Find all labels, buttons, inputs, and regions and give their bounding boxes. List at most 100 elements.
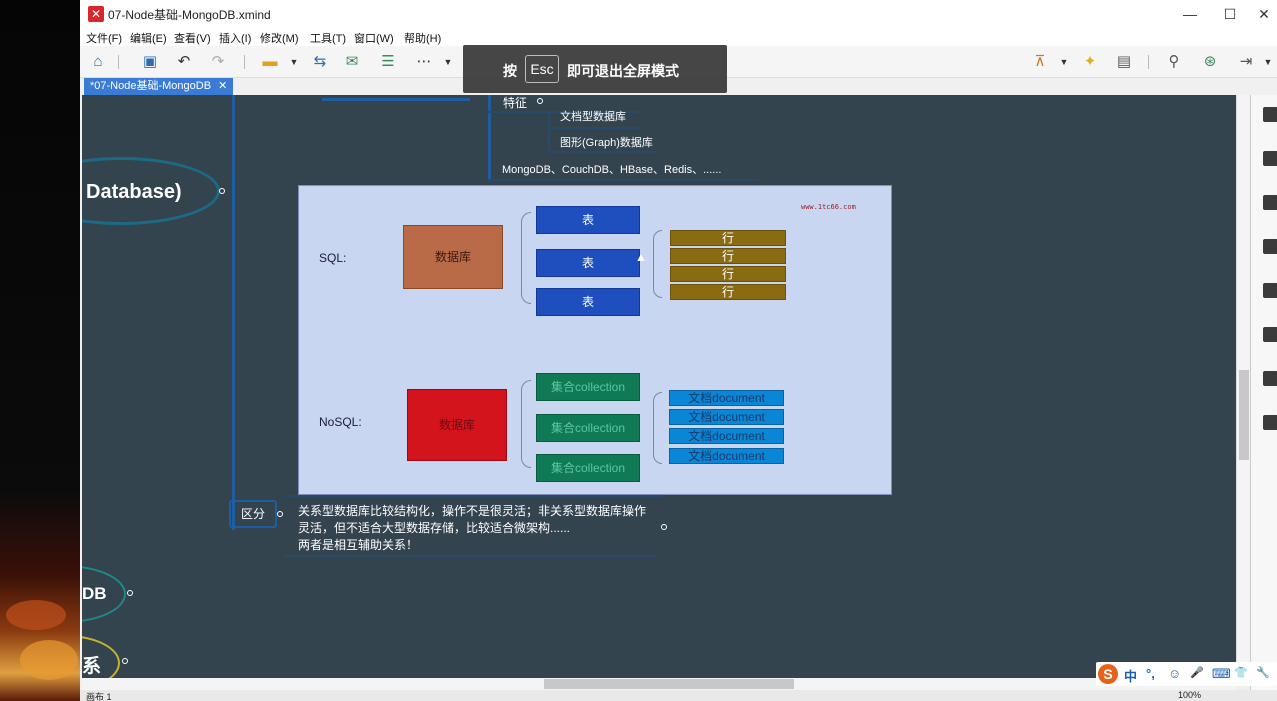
connector-line bbox=[284, 555, 658, 557]
connector-line bbox=[488, 179, 758, 181]
format-icon[interactable] bbox=[1263, 151, 1277, 166]
collection-box: 集合collection bbox=[536, 454, 640, 482]
connector-line bbox=[548, 151, 658, 153]
collapse-dot-icon[interactable] bbox=[122, 658, 128, 664]
connector-line bbox=[548, 127, 638, 129]
search-icon[interactable]: ⚲ bbox=[1164, 52, 1184, 72]
redo-icon[interactable]: ↷ bbox=[208, 52, 228, 72]
menu-tools[interactable]: 工具(T) bbox=[310, 30, 346, 46]
collapse-dot-icon[interactable] bbox=[537, 98, 543, 104]
task-icon[interactable] bbox=[1263, 415, 1277, 430]
tab-mindmap[interactable]: *07-Node基础-MongoDB ✕ bbox=[84, 78, 234, 95]
collection-box: 集合collection bbox=[536, 373, 640, 401]
image-icon[interactable] bbox=[1263, 195, 1277, 210]
topic-examples[interactable]: MongoDB、CouchDB、HBase、Redis、...... bbox=[502, 161, 721, 177]
dropdown-arrow-icon[interactable]: ▼ bbox=[1054, 52, 1074, 72]
mouse-cursor-icon: ▲ bbox=[635, 250, 647, 264]
row-box: 行 bbox=[670, 230, 786, 246]
menu-insert[interactable]: 插入(I) bbox=[219, 30, 251, 46]
compare-line: 两者是相互辅助关系！ bbox=[298, 538, 419, 552]
ime-punctuation-icon[interactable]: °, bbox=[1146, 666, 1155, 681]
row-box: 行 bbox=[670, 284, 786, 300]
notes-icon[interactable] bbox=[1263, 327, 1277, 342]
sheet-name[interactable]: 画布 1 bbox=[86, 690, 112, 701]
dropdown-arrow-icon[interactable]: ▼ bbox=[438, 52, 458, 72]
topic-compare-detail[interactable]: 关系型数据库比较结构化，操作不是很灵活；非关系型数据库操作 灵活，但不适合大型数… bbox=[298, 503, 658, 554]
ime-keyboard-icon[interactable]: ⌨ bbox=[1212, 666, 1231, 682]
image-icon[interactable]: ✉ bbox=[342, 52, 362, 72]
collapse-dot-icon[interactable] bbox=[127, 590, 133, 596]
sql-nosql-diagram-image[interactable]: www.1tc66.com SQL: 数据库 表 表 表 行 行 行 行 NoS… bbox=[298, 185, 892, 495]
more-icon[interactable]: ⋯ bbox=[414, 52, 434, 72]
document-box: 文档document bbox=[669, 409, 784, 425]
title-bar: ✕ 07-Node基础-MongoDB.xmind — ☐ ✕ bbox=[80, 0, 1277, 28]
flame-decoration bbox=[20, 640, 78, 680]
overlay-prefix: 按 bbox=[503, 63, 517, 79]
flag-icon[interactable] bbox=[1263, 239, 1277, 254]
topic-relation[interactable]: 系 bbox=[82, 651, 101, 678]
zoom-level[interactable]: 100% bbox=[1178, 690, 1201, 700]
ime-voice-icon[interactable]: 🎤 bbox=[1190, 666, 1204, 679]
undo-icon[interactable]: ↶ bbox=[174, 52, 194, 72]
document-box: 文档document bbox=[669, 390, 784, 406]
menu-window[interactable]: 窗口(W) bbox=[354, 30, 394, 46]
ime-toolbar: S 中 °, ☺ 🎤 ⌨ 👕 🔧 bbox=[1096, 662, 1277, 686]
close-icon[interactable]: ✕ bbox=[218, 80, 227, 92]
presentation-icon[interactable]: ⊼ bbox=[1030, 52, 1050, 72]
ime-skin-icon[interactable]: 👕 bbox=[1234, 666, 1248, 679]
topic-feature[interactable]: 特征 bbox=[503, 95, 527, 111]
minimize-button[interactable]: — bbox=[1178, 4, 1202, 24]
overlay-message: 即可退出全屏模式 bbox=[567, 63, 679, 79]
export-icon[interactable]: ⇥ bbox=[1236, 52, 1256, 72]
connector-line bbox=[548, 113, 550, 151]
comment-icon[interactable] bbox=[1263, 371, 1277, 386]
scrollbar-thumb[interactable] bbox=[1239, 370, 1249, 460]
relationship-icon[interactable]: ⇆ bbox=[310, 52, 330, 72]
menu-modify[interactable]: 修改(M) bbox=[260, 30, 299, 46]
ime-tools-icon[interactable]: 🔧 bbox=[1256, 666, 1270, 679]
home-icon[interactable]: ⌂ bbox=[88, 52, 108, 72]
dropdown-arrow-icon[interactable]: ▼ bbox=[284, 52, 304, 72]
mindmap-canvas[interactable]: 特征 文档型数据库 图形(Graph)数据库 MongoDB、CouchDB、H… bbox=[82, 95, 1236, 678]
collapse-dot-icon[interactable] bbox=[661, 524, 667, 530]
topic-compare[interactable]: 区分 bbox=[229, 500, 277, 528]
horizontal-scrollbar[interactable] bbox=[82, 678, 1236, 690]
compare-line: 灵活，但不适合大型数据存储，比较适合微架构...... bbox=[298, 521, 571, 535]
compare-line: 关系型数据库比较结构化，操作不是很灵活；非关系型数据库操作 bbox=[298, 504, 647, 518]
collection-box: 集合collection bbox=[536, 414, 640, 442]
document-box: 文档document bbox=[669, 428, 784, 444]
table-box: 表 bbox=[536, 206, 640, 234]
scrollbar-thumb[interactable] bbox=[544, 679, 794, 689]
topic-mongodb[interactable]: DB bbox=[82, 584, 107, 604]
collapse-dot-icon[interactable] bbox=[277, 511, 283, 517]
esc-key-badge: Esc bbox=[525, 55, 559, 83]
menu-file[interactable]: 文件(F) bbox=[86, 30, 122, 46]
sogou-logo-icon[interactable]: S bbox=[1098, 664, 1118, 684]
menu-help[interactable]: 帮助(H) bbox=[404, 30, 441, 46]
collapse-dot-icon[interactable] bbox=[219, 188, 225, 194]
close-button[interactable]: ✕ bbox=[1252, 4, 1276, 24]
share-icon[interactable]: ⊛ bbox=[1200, 52, 1220, 72]
lightbulb-icon[interactable]: ✦ bbox=[1080, 52, 1100, 72]
menu-view[interactable]: 查看(V) bbox=[174, 30, 211, 46]
brace-shape bbox=[653, 230, 662, 298]
vertical-scrollbar[interactable] bbox=[1236, 95, 1250, 678]
topic-icon[interactable]: ▬ bbox=[260, 52, 280, 72]
ime-emoji-icon[interactable]: ☺ bbox=[1168, 666, 1181, 681]
document-box: 文档document bbox=[669, 448, 784, 464]
notes-icon[interactable]: ☰ bbox=[378, 52, 398, 72]
topic-document-db[interactable]: 文档型数据库 bbox=[560, 108, 626, 124]
outline-icon[interactable] bbox=[1263, 107, 1277, 122]
layout-icon[interactable]: ▤ bbox=[1114, 52, 1134, 72]
dropdown-arrow-icon[interactable]: ▼ bbox=[1258, 52, 1277, 72]
maximize-button[interactable]: ☐ bbox=[1218, 4, 1242, 24]
style-icon[interactable] bbox=[1263, 283, 1277, 298]
connector-line bbox=[488, 95, 491, 180]
topic-graph-db[interactable]: 图形(Graph)数据库 bbox=[560, 134, 653, 150]
video-background bbox=[0, 0, 80, 701]
ime-chinese-mode[interactable]: 中 bbox=[1124, 666, 1137, 685]
brace-shape bbox=[653, 392, 662, 464]
menu-edit[interactable]: 编辑(E) bbox=[130, 30, 167, 46]
save-icon[interactable]: ▣ bbox=[140, 52, 160, 72]
topic-database[interactable]: Database) bbox=[86, 181, 182, 204]
